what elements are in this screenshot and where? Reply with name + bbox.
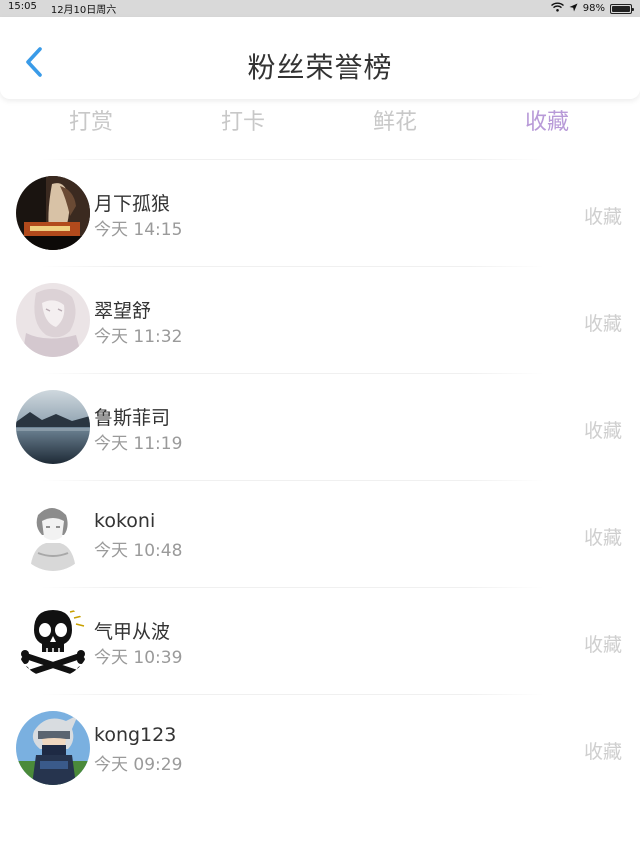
tab-bar: 打赏 打卡 鲜花 收藏 (0, 104, 640, 144)
user-name: 鲁斯菲司 (94, 407, 171, 429)
battery-icon (610, 3, 634, 14)
navigation-bar: 粉丝荣誉榜 (0, 17, 640, 99)
timestamp: 今天 11:32 (94, 327, 183, 347)
timestamp: 今天 11:19 (94, 434, 183, 454)
location-arrow-icon (569, 3, 578, 15)
avatar (16, 176, 90, 250)
page-title: 粉丝荣誉榜 (247, 51, 393, 84)
avatar (16, 390, 90, 464)
list-item[interactable]: 月下孤狼 今天 14:15 收藏 (0, 159, 640, 266)
divider (40, 694, 545, 695)
wifi-icon (550, 2, 564, 15)
divider (40, 587, 545, 588)
list-item[interactable]: 翠望舒 今天 11:32 收藏 (0, 266, 640, 373)
list-item[interactable]: kong123 今天 09:29 收藏 (0, 694, 640, 801)
battery-percent: 98% (582, 3, 605, 14)
timestamp: 今天 10:39 (94, 648, 183, 668)
user-name: kong123 (94, 724, 177, 746)
list-item[interactable]: 气甲从波 今天 10:39 收藏 (0, 587, 640, 694)
timestamp: 今天 14:15 (94, 220, 183, 240)
favorite-label: 收藏 (583, 420, 622, 442)
tab-favorites[interactable]: 收藏 (492, 104, 602, 136)
favorite-label: 收藏 (583, 527, 622, 549)
tab-flowers[interactable]: 鲜花 (340, 104, 450, 136)
battery-level (612, 5, 630, 12)
favorite-label: 收藏 (583, 634, 622, 656)
status-date: 12月10日周六 (50, 5, 117, 16)
tab-checkin[interactable]: 打卡 (188, 104, 298, 136)
status-time: 15:05 (8, 1, 37, 12)
skull-crossbones-icon (16, 604, 90, 678)
user-name: 气甲从波 (94, 621, 171, 643)
user-name: 翠望舒 (94, 300, 152, 322)
tab-reward[interactable]: 打赏 (36, 104, 146, 136)
avatar (16, 711, 90, 785)
favorite-label: 收藏 (583, 206, 622, 228)
avatar (16, 604, 90, 678)
avatar (16, 283, 90, 357)
favorite-label: 收藏 (583, 313, 622, 335)
list-item[interactable]: kokoni 今天 10:48 收藏 (0, 480, 640, 587)
timestamp: 今天 10:48 (94, 541, 183, 561)
user-name: 月下孤狼 (94, 193, 171, 215)
divider (40, 159, 545, 160)
list-item[interactable]: 鲁斯菲司 今天 11:19 收藏 (0, 373, 640, 480)
timestamp: 今天 09:29 (94, 755, 183, 775)
avatar (16, 497, 90, 571)
status-bar: 15:05 12月10日周六 98% (0, 0, 640, 17)
favorite-label: 收藏 (583, 741, 622, 763)
user-name: kokoni (94, 510, 156, 532)
divider (40, 373, 545, 374)
divider (40, 480, 545, 481)
divider (40, 266, 545, 267)
